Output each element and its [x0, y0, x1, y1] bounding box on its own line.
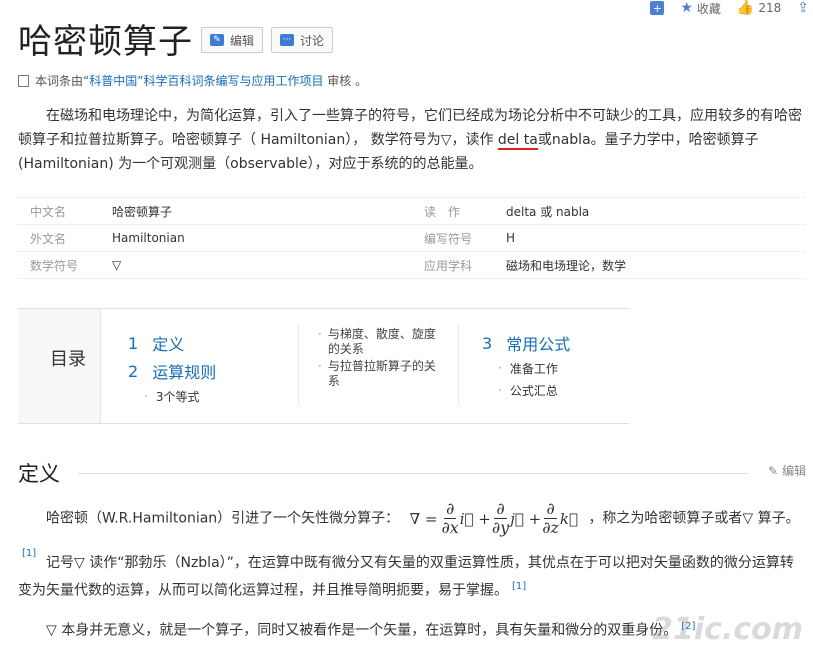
- underlined-text: del ta: [497, 132, 538, 150]
- section-heading: 定义: [18, 462, 60, 486]
- info-table: 中文名 哈密顿算子 读 作 delta 或 nabla 外文名 Hamilton…: [18, 197, 806, 279]
- star-icon[interactable]: ★: [680, 0, 693, 16]
- info-row: 中文名 哈密顿算子 读 作 delta 或 nabla: [18, 197, 806, 224]
- document-icon: [18, 74, 29, 87]
- page-title: 哈密顿算子: [18, 22, 193, 62]
- like-count[interactable]: 218: [758, 1, 781, 15]
- toc-label: 目录: [50, 349, 86, 370]
- toc-subitem[interactable]: · 与梯度、散度、旋度的关系: [318, 327, 443, 357]
- toc-subitem[interactable]: · 3个等式: [128, 385, 216, 407]
- edit-button-label: 编辑: [230, 33, 255, 48]
- favorite-label[interactable]: 收藏: [697, 0, 721, 17]
- section-divider: [78, 473, 748, 474]
- toc-subitem[interactable]: · 与拉普拉斯算子的关系: [318, 359, 443, 389]
- review-suffix: 审核 。: [327, 74, 368, 88]
- watermark-logo: 21ic.com: [652, 612, 803, 647]
- toc-item-rules[interactable]: 2 运算规则: [128, 357, 216, 385]
- toc-divider: [298, 325, 299, 405]
- toc-subitem[interactable]: · 公式汇总: [482, 379, 570, 401]
- discuss-button-label: 讨论: [300, 33, 325, 48]
- review-notice: 本词条由“科普中国”科学百科词条编写与应用工作项目 审核 。: [18, 72, 367, 89]
- info-row: 数学符号 ▽ 应用学科 磁场和电场理论，数学: [18, 251, 806, 279]
- pencil-icon: ✎: [210, 34, 224, 46]
- notation-paragraph: 记号▽ 读作“那勃乐（Nzbla）”，在运算中既有微分又有矢量的双重运算性质，其…: [18, 555, 794, 599]
- toc-column-2: · 与梯度、散度、旋度的关系 · 与拉普拉斯算子的关系: [318, 327, 443, 389]
- info-row: 外文名 Hamiltonian 编写符号 H: [18, 224, 806, 251]
- toc-column-1: 1 定义 2 运算规则 · 3个等式: [128, 329, 216, 407]
- chat-icon: ···: [280, 34, 294, 46]
- toc-label-panel: 目录: [18, 309, 101, 423]
- pencil-icon: ✎: [768, 463, 779, 478]
- top-action-bar: + ★ 收藏 👍 218 ⇪: [650, 0, 813, 16]
- toc-subitem[interactable]: · 准备工作: [482, 357, 570, 379]
- reference-link[interactable]: [1]: [512, 581, 526, 592]
- toc-item-definition[interactable]: 1 定义: [128, 329, 216, 357]
- toc-item-formulas[interactable]: 3 常用公式: [482, 329, 570, 357]
- intro-paragraph: 在磁场和电场理论中，为简化运算，引入了一些算子的符号，它们已经成为场论分析中不可…: [18, 108, 802, 172]
- share-icon[interactable]: ⇪: [797, 0, 809, 16]
- toc-divider: [458, 325, 459, 405]
- thumbs-up-icon[interactable]: 👍: [737, 0, 754, 16]
- section-edit-link[interactable]: ✎ 编辑: [768, 462, 806, 479]
- nabla-formula: ∇ = ∂ ∂x i⃗ + ∂ ∂y j⃗ + ∂ ∂z k⃗: [409, 499, 578, 537]
- review-prefix: 本词条由: [35, 74, 84, 88]
- table-of-contents: 目录 1 定义 2 运算规则 · 3个等式 · 与梯度、散度、旋度的关系 · 与拉普拉斯算…: [18, 308, 629, 424]
- discuss-button[interactable]: ··· 讨论: [271, 27, 334, 53]
- add-icon[interactable]: +: [650, 1, 665, 15]
- edit-button[interactable]: ✎ 编辑: [201, 27, 264, 53]
- review-project-link[interactable]: “科普中国”科学百科词条编写与应用工作项目: [83, 74, 323, 88]
- toc-column-3: 3 常用公式 · 准备工作 · 公式汇总: [482, 329, 570, 401]
